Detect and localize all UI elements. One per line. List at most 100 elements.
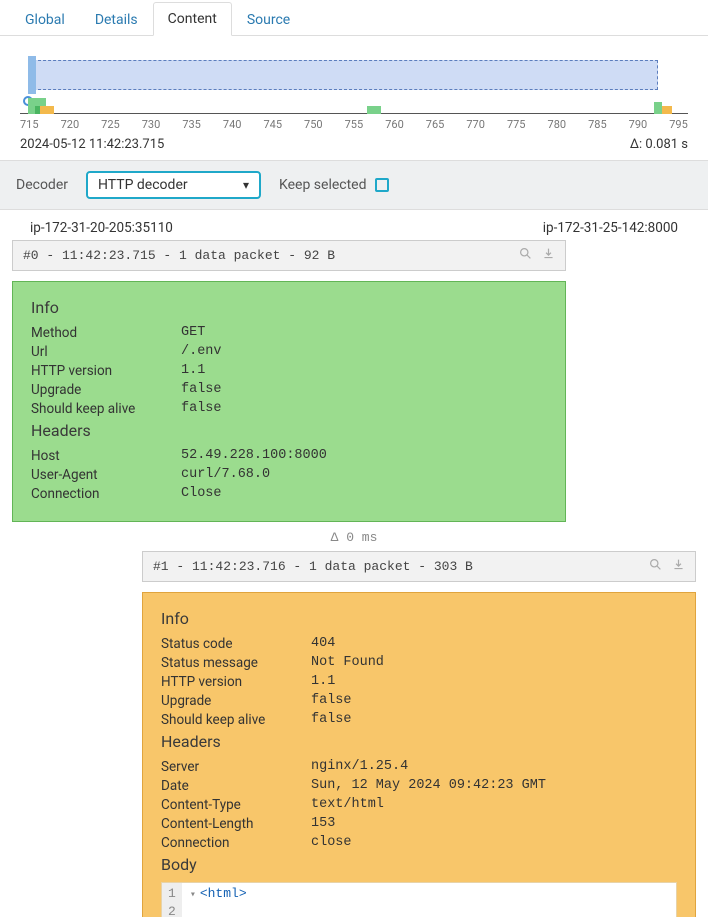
label-http-version: HTTP version <box>161 674 311 690</box>
timeline-packet-marker <box>40 106 54 114</box>
value-connection: close <box>311 835 352 851</box>
tick: 785 <box>588 118 607 131</box>
label-method: Method <box>31 325 181 341</box>
search-icon[interactable] <box>519 247 532 264</box>
timeline-packet-marker <box>654 102 662 114</box>
section-title-headers: Headers <box>31 421 547 440</box>
keep-selected-label: Keep selected <box>279 177 367 193</box>
decoder-bar: Decoder HTTP decoder ▾ Keep selected <box>0 160 708 210</box>
tick: 765 <box>426 118 445 131</box>
tick: 715 <box>20 118 39 131</box>
timeline-chart[interactable] <box>20 46 688 114</box>
value-date: Sun, 12 May 2024 09:42:23 GMT <box>311 778 546 794</box>
keep-selected-checkbox[interactable]: Keep selected <box>279 177 389 193</box>
value-upgrade: false <box>311 693 352 709</box>
request-card: Info MethodGET Url/.env HTTP version1.1 … <box>12 281 566 522</box>
value-http-version: 1.1 <box>311 674 335 690</box>
tick: 720 <box>61 118 80 131</box>
code-line: <html> <box>200 886 247 901</box>
label-upgrade: Upgrade <box>161 693 311 709</box>
code-gutter: 1 2 3 4 <box>162 883 182 917</box>
tick: 760 <box>385 118 404 131</box>
tab-details[interactable]: Details <box>80 3 153 36</box>
label-status-code: Status code <box>161 636 311 652</box>
response-packet-title: #1 - 11:42:23.716 - 1 data packet - 303 … <box>153 559 473 574</box>
download-icon[interactable] <box>542 247 555 264</box>
fold-icon[interactable]: ▾ <box>190 887 198 905</box>
packet-scroll-area[interactable]: #0 - 11:42:23.715 - 1 data packet - 92 B… <box>0 240 708 917</box>
section-title-body: Body <box>161 855 677 874</box>
tick: 725 <box>101 118 120 131</box>
decoder-select[interactable]: HTTP decoder ▾ <box>86 171 261 199</box>
tick: 730 <box>142 118 161 131</box>
label-upgrade: Upgrade <box>31 382 181 398</box>
timeline-footer: 2024-05-12 11:42:23.715 Δ: 0.081 s <box>20 137 688 160</box>
checkbox-icon <box>375 178 389 192</box>
label-host: Host <box>31 448 181 464</box>
chevron-down-icon: ▾ <box>243 178 249 192</box>
label-server: Server <box>161 759 311 775</box>
line-number: 2 <box>168 903 176 917</box>
tick: 740 <box>223 118 242 131</box>
tab-bar: Global Details Content Source <box>0 0 708 36</box>
section-title-info: Info <box>161 609 677 628</box>
timeline-start-marker <box>28 56 36 94</box>
label-connection: Connection <box>161 835 311 851</box>
download-icon[interactable] <box>672 558 685 575</box>
value-method: GET <box>181 325 205 341</box>
value-user-agent: curl/7.68.0 <box>181 467 270 483</box>
timeline-packet-marker <box>367 106 381 114</box>
label-connection: Connection <box>31 486 181 502</box>
tab-content[interactable]: Content <box>153 2 232 36</box>
label-content-type: Content-Type <box>161 797 311 813</box>
label-user-agent: User-Agent <box>31 467 181 483</box>
value-keep-alive: false <box>311 712 352 728</box>
value-keep-alive: false <box>181 401 222 417</box>
value-upgrade: false <box>181 382 222 398</box>
value-content-length: 153 <box>311 816 335 832</box>
timeline-delta: Δ: 0.081 s <box>630 137 688 152</box>
label-date: Date <box>161 778 311 794</box>
tick: 750 <box>304 118 323 131</box>
value-http-version: 1.1 <box>181 363 205 379</box>
decoder-label: Decoder <box>16 177 68 193</box>
response-packet-header: #1 - 11:42:23.716 - 1 data packet - 303 … <box>142 551 696 582</box>
tick: 745 <box>263 118 282 131</box>
section-title-headers: Headers <box>161 732 677 751</box>
response-body-code[interactable]: 1 2 3 4 ▾<html> ▾<head> <title>404 Not F… <box>161 882 677 917</box>
tick: 770 <box>466 118 485 131</box>
tick: 755 <box>345 118 364 131</box>
tick: 775 <box>507 118 526 131</box>
timeline: 715 720 725 730 735 740 745 750 755 760 … <box>0 36 708 160</box>
request-packet-title: #0 - 11:42:23.715 - 1 data packet - 92 B <box>23 248 335 263</box>
timeline-packet-marker <box>662 106 672 114</box>
timeline-timestamp: 2024-05-12 11:42:23.715 <box>20 137 164 152</box>
value-status-code: 404 <box>311 636 335 652</box>
section-title-info: Info <box>31 298 547 317</box>
value-connection: Close <box>181 486 222 502</box>
label-http-version: HTTP version <box>31 363 181 379</box>
label-status-message: Status message <box>161 655 311 671</box>
inter-packet-delta: Δ 0 ms <box>12 530 696 545</box>
endpoint-source: ip-172-31-20-205:35110 <box>30 220 173 236</box>
tick: 795 <box>669 118 688 131</box>
request-packet-header: #0 - 11:42:23.715 - 1 data packet - 92 B <box>12 240 566 271</box>
decoder-selected-value: HTTP decoder <box>98 177 188 193</box>
label-content-length: Content-Length <box>161 816 311 832</box>
tick: 780 <box>548 118 567 131</box>
tab-global[interactable]: Global <box>10 3 80 36</box>
code-content: ▾<html> ▾<head> <title>404 Not Found</ti… <box>182 883 434 917</box>
search-icon[interactable] <box>649 558 662 575</box>
tab-source[interactable]: Source <box>232 3 305 36</box>
label-url: Url <box>31 344 181 360</box>
timeline-ticks: 715 720 725 730 735 740 745 750 755 760 … <box>20 118 688 131</box>
value-url: /.env <box>181 344 222 360</box>
response-card: Info Status code404 Status messageNot Fo… <box>142 592 696 917</box>
line-number: 1 <box>168 885 176 903</box>
value-server: nginx/1.25.4 <box>311 759 408 775</box>
value-host: 52.49.228.100:8000 <box>181 448 327 464</box>
value-status-message: Not Found <box>311 655 384 671</box>
tick: 790 <box>629 118 648 131</box>
label-keep-alive: Should keep alive <box>31 401 181 417</box>
tick: 735 <box>182 118 201 131</box>
